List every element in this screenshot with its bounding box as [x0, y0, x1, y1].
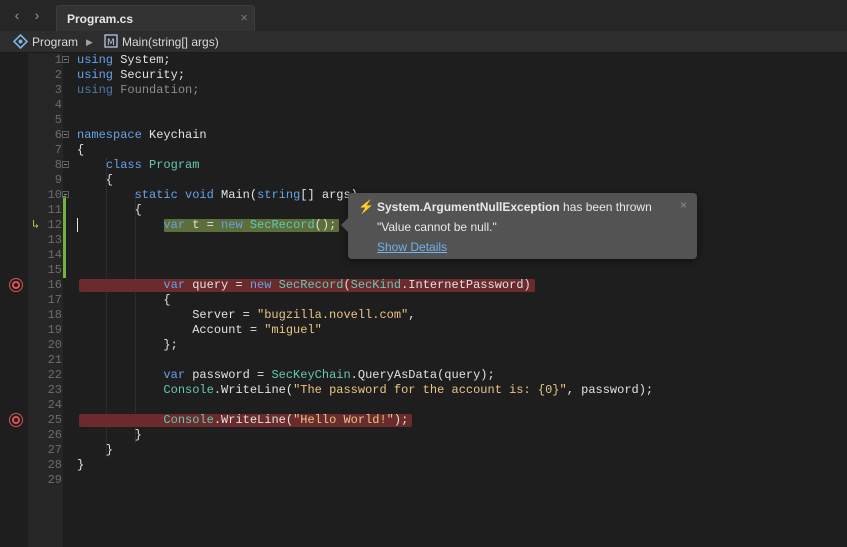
code-text: static void Main(string[] args)	[134, 188, 358, 202]
code-line: };	[0, 338, 847, 353]
code-text: {	[77, 203, 142, 217]
chevron-left-icon: ‹	[14, 7, 20, 23]
code-text: };	[77, 338, 178, 352]
exception-thrown-text: has been thrown	[559, 200, 652, 214]
line-number: 2	[54, 68, 62, 82]
code-text: var t = new SecRecord();	[163, 218, 337, 232]
code-line: namespace Keychain	[0, 128, 847, 143]
code-text: Account = "miguel"	[77, 323, 322, 337]
code-line: }	[0, 443, 847, 458]
tab-close-icon[interactable]: ×	[240, 10, 248, 25]
code-text: using Security;	[77, 68, 186, 82]
line-number: 24	[47, 398, 62, 412]
code-line: Server = "bugzilla.novell.com",	[0, 308, 847, 323]
line-number: 18	[47, 308, 62, 322]
line-number: 15	[47, 263, 62, 277]
line-number: 8	[54, 158, 62, 172]
line-number: 20	[47, 338, 62, 352]
popup-close-icon[interactable]: ×	[680, 198, 687, 212]
code-text: using Foundation;	[77, 83, 200, 97]
code-line: class Program	[0, 158, 847, 173]
line-number: 6	[54, 128, 62, 142]
line-number: 14	[47, 248, 62, 262]
line-number: 23	[47, 383, 62, 397]
breadcrumb-label: Main(string[] args)	[122, 35, 219, 49]
breakpoint-icon[interactable]	[10, 414, 22, 426]
line-number: 3	[54, 83, 62, 97]
code-line: {	[0, 173, 847, 188]
code-line: Console.WriteLine("The password for the …	[0, 383, 847, 398]
breadcrumb: Program ▶ M Main(string[] args)	[0, 31, 847, 53]
line-number: 21	[47, 353, 62, 367]
line-number: 28	[47, 458, 62, 472]
breadcrumb-separator-icon: ▶	[86, 37, 93, 47]
code-line: using Foundation;	[0, 83, 847, 98]
line-number: 13	[47, 233, 62, 247]
code-line: Account = "miguel"	[0, 323, 847, 338]
code-editor[interactable]: using System; using Security; using Foun…	[0, 53, 847, 547]
line-number: 16	[47, 278, 62, 292]
line-number: 11	[47, 203, 62, 217]
code-text: Server = "bugzilla.novell.com",	[77, 308, 416, 322]
breadcrumb-item-program[interactable]: Program	[13, 34, 78, 50]
tab-program-cs[interactable]: Program.cs ×	[56, 5, 255, 32]
code-line: }	[0, 428, 847, 443]
breakpoint-icon[interactable]	[10, 279, 22, 291]
back-button[interactable]: ‹	[10, 7, 24, 23]
chevron-right-icon: ›	[34, 7, 40, 23]
svg-text:M: M	[107, 38, 115, 48]
tab-bar: ‹ › Program.cs ×	[0, 0, 847, 32]
line-number: 29	[47, 473, 62, 487]
code-line: var password = SecKeyChain.QueryAsData(q…	[0, 368, 847, 383]
show-details-link[interactable]: Show Details	[377, 240, 447, 254]
forward-button[interactable]: ›	[30, 7, 44, 23]
code-text: Console.WriteLine("The password for the …	[163, 383, 654, 397]
code-line: using System;	[0, 53, 847, 68]
line-number: 7	[54, 143, 62, 157]
breadcrumb-label: Program	[32, 35, 79, 49]
line-number: 10	[47, 188, 62, 202]
code-text: }	[77, 443, 114, 457]
code-text: using System;	[77, 53, 171, 67]
code-text: {	[77, 173, 114, 187]
line-number: 26	[47, 428, 62, 442]
lightning-icon: ⚡	[358, 199, 375, 214]
line-number: 19	[47, 323, 62, 337]
method-icon: M	[104, 34, 118, 48]
exception-title: System.ArgumentNullException has been th…	[377, 200, 652, 214]
code-line-breakpoint: var query = new SecRecord(SecKind.Intern…	[0, 278, 847, 293]
code-text: var password = SecKeyChain.QueryAsData(q…	[163, 368, 495, 382]
line-number: 17	[47, 293, 62, 307]
line-number: 1	[54, 53, 62, 67]
code-line-breakpoint: Console.WriteLine("Hello World!");	[0, 413, 847, 428]
code-line: {	[0, 293, 847, 308]
line-number: 27	[47, 443, 62, 457]
tab-title: Program.cs	[67, 12, 134, 26]
code-line: using Security;	[0, 68, 847, 83]
line-number: 9	[54, 173, 62, 187]
code-text: var query = new SecRecord(SecKind.Intern…	[163, 278, 531, 292]
exception-message: "Value cannot be null."	[377, 220, 497, 234]
code-text: }	[77, 428, 142, 442]
exception-popup: ⚡ System.ArgumentNullException has been …	[341, 193, 697, 259]
breadcrumb-item-main[interactable]: M Main(string[] args)	[104, 34, 219, 50]
code-text: class Program	[105, 158, 200, 172]
line-number: 12	[47, 218, 62, 232]
code-line: }	[0, 458, 847, 473]
code-text: namespace Keychain	[77, 128, 207, 142]
line-number: 4	[54, 98, 62, 112]
exception-type: System.ArgumentNullException	[377, 200, 560, 214]
line-number: 22	[47, 368, 62, 382]
code-text: {	[77, 143, 85, 157]
code-text: {	[77, 293, 171, 307]
line-number: 25	[47, 413, 62, 427]
class-icon	[13, 34, 28, 49]
code-line: {	[0, 143, 847, 158]
code-text: Console.WriteLine("Hello World!");	[163, 413, 409, 427]
code-text: }	[77, 458, 85, 472]
line-number: 5	[54, 113, 62, 127]
